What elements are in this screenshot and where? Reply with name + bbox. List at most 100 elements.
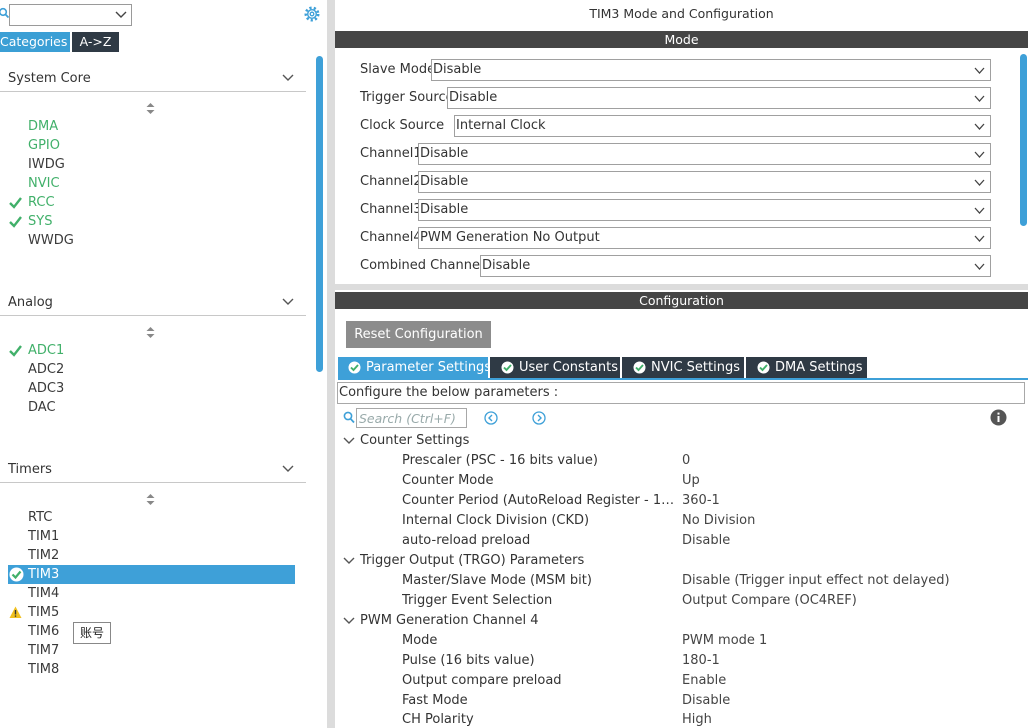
param-row[interactable]: Counter Mode Up — [335, 472, 1025, 492]
list-item-rcc[interactable]: RCC — [8, 193, 295, 212]
channel2-select[interactable]: Disable — [418, 171, 991, 193]
mode-scrollbar-thumb[interactable] — [1020, 54, 1027, 226]
tab-user-constants[interactable]: User Constants — [490, 357, 620, 378]
chevron-down-icon — [974, 123, 985, 130]
param-value[interactable]: Disable — [682, 533, 730, 548]
scrollbar-thumb[interactable] — [316, 56, 323, 372]
list-item-wwdg[interactable]: WWDG — [8, 231, 295, 250]
reset-configuration-button[interactable]: Reset Configuration — [346, 321, 491, 348]
param-value[interactable]: Up — [682, 473, 700, 488]
list-item-tim6[interactable]: TIM6 — [8, 622, 295, 641]
chevron-down-icon[interactable] — [282, 297, 294, 307]
param-value[interactable]: High — [682, 712, 712, 727]
param-row[interactable]: auto-reload preload Disable — [335, 532, 1025, 552]
param-value[interactable]: Disable — [682, 693, 730, 708]
chevron-down-icon — [974, 95, 985, 102]
param-value[interactable]: PWM mode 1 — [682, 633, 767, 648]
field-label: Channel2 — [360, 174, 422, 189]
check-circle-icon — [633, 361, 646, 374]
check-circle-icon — [9, 567, 24, 582]
list-item-tim8[interactable]: TIM8 — [8, 660, 295, 679]
chevron-down-icon[interactable] — [343, 616, 355, 626]
list-item-tim4[interactable]: TIM4 — [8, 584, 295, 603]
slave-mode-select[interactable]: Disable — [431, 59, 991, 81]
tab-categories[interactable]: Categories — [0, 32, 70, 52]
param-value[interactable]: Output Compare (OC4REF) — [682, 593, 857, 608]
list-item-iwdg[interactable]: IWDG — [8, 155, 295, 174]
param-row[interactable]: Counter Period (AutoReload Register - 16… — [335, 492, 1025, 512]
gear-icon[interactable] — [303, 5, 321, 23]
param-name: Trigger Event Selection — [402, 593, 553, 608]
group-title: Counter Settings — [360, 433, 470, 448]
chevron-down-icon[interactable] — [282, 464, 294, 474]
field-label: Clock Source — [360, 118, 445, 133]
param-row[interactable]: Pulse (16 bits value) 180-1 — [335, 652, 1025, 672]
list-item-tim3[interactable]: TIM3 — [8, 565, 295, 584]
param-value[interactable]: 360-1 — [682, 493, 720, 508]
list-item-dac[interactable]: DAC — [8, 398, 295, 417]
group-title: PWM Generation Channel 4 — [360, 613, 539, 628]
section-header-analog[interactable]: Analog — [0, 292, 306, 316]
param-row[interactable]: Output compare preload Enable — [335, 672, 1025, 692]
sort-icon[interactable] — [146, 327, 155, 338]
trigger-source-select[interactable]: Disable — [447, 87, 991, 109]
clock-source-select[interactable]: Internal Clock — [454, 115, 991, 137]
info-icon[interactable] — [990, 409, 1007, 426]
tooltip: 账号 — [73, 622, 111, 644]
search-combo[interactable] — [9, 4, 132, 26]
list-item-adc1[interactable]: ADC1 — [8, 341, 295, 360]
chevron-down-icon — [974, 179, 985, 186]
list-item-rtc[interactable]: RTC — [8, 508, 295, 527]
tab-parameter-settings[interactable]: Parameter Settings — [338, 357, 491, 378]
list-item-sys[interactable]: SYS — [8, 212, 295, 231]
param-row[interactable]: Prescaler (PSC - 16 bits value) 0 — [335, 452, 1025, 472]
channel1-select[interactable]: Disable — [418, 143, 991, 165]
mode-section-bar: Mode — [335, 31, 1028, 48]
field-label: Channel1 — [360, 146, 422, 161]
param-row[interactable]: Trigger Event Selection Output Compare (… — [335, 592, 1025, 612]
param-value[interactable]: No Division — [682, 513, 755, 528]
list-item-nvic[interactable]: NVIC — [8, 174, 295, 193]
list-item-dma[interactable]: DMA — [8, 117, 295, 136]
chevron-down-icon[interactable] — [282, 73, 294, 83]
combined-channels-select[interactable]: Disable — [480, 255, 991, 277]
param-row[interactable]: Master/Slave Mode (MSM bit) Disable (Tri… — [335, 572, 1025, 592]
list-item-tim1[interactable]: TIM1 — [8, 527, 295, 546]
stm32-pinout-config-window: Categories A->Z System Core DMA GPIO IWD… — [0, 0, 1028, 728]
check-icon — [9, 197, 22, 209]
chevron-down-icon — [974, 207, 985, 214]
panel-splitter[interactable] — [327, 0, 335, 728]
channel4-select[interactable]: PWM Generation No Output — [418, 227, 991, 249]
section-header-timers[interactable]: Timers — [0, 459, 306, 483]
tab-a-to-z[interactable]: A->Z — [72, 32, 119, 52]
list-item-gpio[interactable]: GPIO — [8, 136, 295, 155]
param-row[interactable]: Fast Mode Disable — [335, 692, 1025, 712]
param-value[interactable]: 0 — [682, 453, 690, 468]
param-value[interactable]: Disable (Trigger input effect not delaye… — [682, 573, 950, 588]
param-value[interactable]: 180-1 — [682, 653, 720, 668]
channel3-select[interactable]: Disable — [418, 199, 991, 221]
section-header-system-core[interactable]: System Core — [0, 68, 306, 92]
list-item-tim7[interactable]: TIM7 — [8, 641, 295, 660]
search-icon[interactable] — [343, 411, 355, 425]
sort-icon[interactable] — [146, 103, 155, 114]
parameter-search-input[interactable]: Search (Ctrl+F) — [356, 408, 467, 428]
list-item-tim5[interactable]: TIM5 — [8, 603, 295, 622]
list-item-adc2[interactable]: ADC2 — [8, 360, 295, 379]
next-result-icon[interactable] — [532, 411, 546, 425]
chevron-down-icon[interactable] — [343, 556, 355, 566]
tab-nvic-settings[interactable]: NVIC Settings — [622, 357, 744, 378]
sort-icon[interactable] — [146, 494, 155, 505]
list-item-tim2[interactable]: TIM2 — [8, 546, 295, 565]
list-item-adc3[interactable]: ADC3 — [8, 379, 295, 398]
param-name: Mode — [402, 633, 438, 648]
previous-result-icon[interactable] — [484, 411, 498, 425]
param-value[interactable]: Enable — [682, 673, 726, 688]
section-splitter[interactable] — [335, 284, 1028, 290]
left-scrollbar[interactable] — [315, 56, 324, 728]
param-row[interactable]: Mode PWM mode 1 — [335, 632, 1025, 652]
tab-dma-settings[interactable]: DMA Settings — [746, 357, 867, 378]
param-row[interactable]: Internal Clock Division (CKD) No Divisio… — [335, 512, 1025, 532]
param-row[interactable]: CH Polarity High — [335, 711, 1025, 728]
chevron-down-icon[interactable] — [343, 436, 355, 446]
